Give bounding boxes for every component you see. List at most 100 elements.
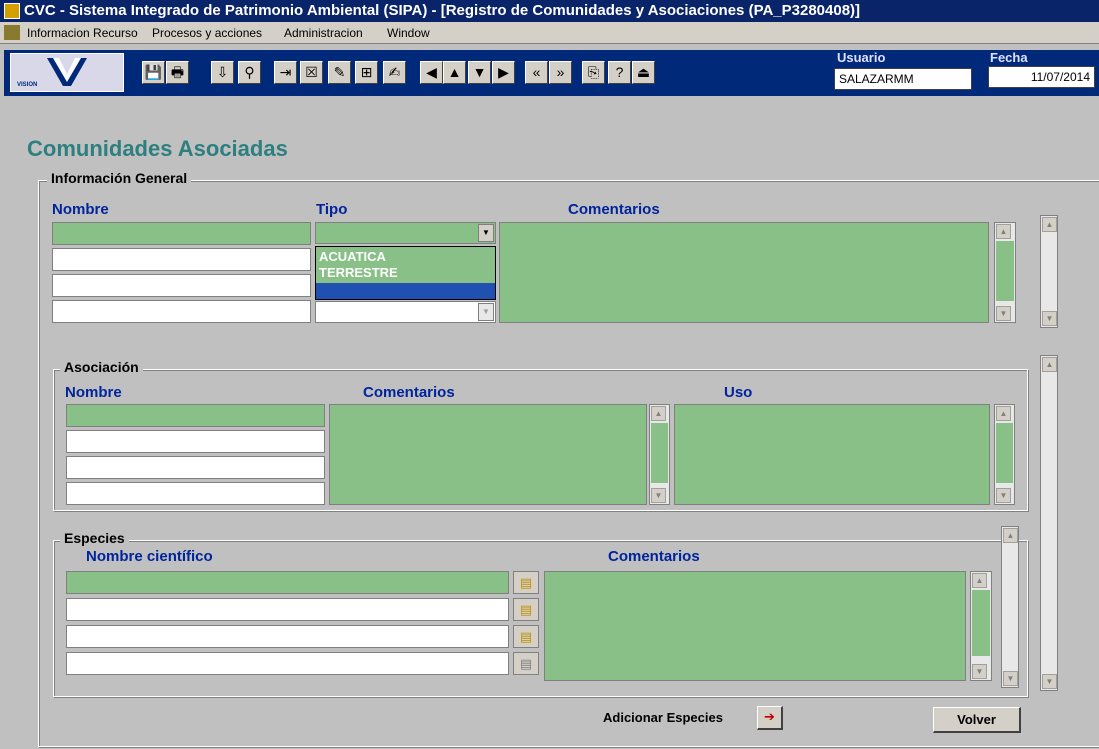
scroll-up-icon[interactable]: ▲ xyxy=(996,224,1011,239)
nombre-cientifico-column-header: Nombre científico xyxy=(86,548,213,565)
nombre-cientifico-row-3[interactable] xyxy=(66,625,509,648)
scroll-thumb[interactable] xyxy=(996,241,1014,301)
scroll-thumb[interactable] xyxy=(651,423,668,483)
comentarios-column-header: Comentarios xyxy=(568,201,660,218)
menu-bar: Informacion Recurso Procesos y acciones … xyxy=(0,22,1099,44)
asociacion-nombre-column-header: Nombre xyxy=(65,384,122,401)
option-empty[interactable] xyxy=(316,283,495,299)
nombre-field-row-1[interactable] xyxy=(52,222,311,245)
adicionar-especies-label: Adicionar Especies xyxy=(603,710,723,725)
uso-column-header: Uso xyxy=(724,384,753,401)
scroll-thumb[interactable] xyxy=(996,423,1013,483)
scroll-down-icon[interactable]: ▼ xyxy=(1042,674,1057,689)
next-block-icon[interactable]: » xyxy=(549,61,572,84)
asociacion-comentarios-column-header: Comentarios xyxy=(363,384,455,401)
option-terrestre[interactable]: TERRESTRE xyxy=(319,265,398,280)
dropdown-arrow-icon[interactable]: ▼ xyxy=(478,303,494,321)
uso-scrollbar[interactable]: ▲ ▼ xyxy=(994,404,1015,505)
nombre-column-header: Nombre xyxy=(52,201,109,218)
asociacion-nombre-row-4[interactable] xyxy=(66,482,325,505)
lookup-icon[interactable]: ⊞ xyxy=(355,61,378,84)
adicionar-especies-icon[interactable]: ➔ xyxy=(757,706,783,730)
save-icon[interactable]: 💾 xyxy=(142,61,165,84)
tipo-dropdown-row-4[interactable]: ▼ xyxy=(315,301,496,323)
asociacion-nombre-row-3[interactable] xyxy=(66,456,325,479)
insert-record-icon[interactable]: ⇥ xyxy=(274,61,297,84)
scroll-down-icon[interactable]: ▼ xyxy=(996,488,1011,503)
especies-comentarios-scrollbar[interactable]: ▲ ▼ xyxy=(970,571,992,681)
previous-record-icon[interactable]: ▲ xyxy=(443,61,466,84)
vision-logo: VISION xyxy=(10,53,124,92)
scroll-up-icon[interactable]: ▲ xyxy=(1003,528,1018,543)
nombre-field-row-3[interactable] xyxy=(52,274,311,297)
scroll-up-icon[interactable]: ▲ xyxy=(651,406,666,421)
nombre-field-row-4[interactable] xyxy=(52,300,311,323)
tipo-options-list[interactable]: ACUATICA TERRESTRE xyxy=(315,246,496,300)
previous-block-icon[interactable]: « xyxy=(525,61,548,84)
document-icon[interactable]: ▤ xyxy=(513,625,539,648)
user-label: Usuario xyxy=(837,50,886,65)
informacion-general-label: Información General xyxy=(47,170,192,186)
next-record-icon[interactable]: ▼ xyxy=(468,61,491,84)
download-icon[interactable]: ⇩ xyxy=(211,61,234,84)
nombre-cientifico-row-4[interactable] xyxy=(66,652,509,675)
title-bar: CVC - Sistema Integrado de Patrimonio Am… xyxy=(0,0,1099,22)
scroll-up-icon[interactable]: ▲ xyxy=(996,406,1011,421)
copy-icon[interactable]: ⎘ xyxy=(582,61,605,84)
asociacion-nombre-row-2[interactable] xyxy=(66,430,325,453)
tipo-dropdown[interactable]: ▼ xyxy=(315,222,496,244)
document-icon[interactable]: ▤ xyxy=(513,598,539,621)
uso-field[interactable] xyxy=(674,404,990,505)
delete-record-icon[interactable]: ☒ xyxy=(300,61,323,84)
scroll-down-icon[interactable]: ▼ xyxy=(996,306,1011,321)
scroll-up-icon[interactable]: ▲ xyxy=(1042,357,1057,372)
scroll-down-icon[interactable]: ▼ xyxy=(651,488,666,503)
scroll-down-icon[interactable]: ▼ xyxy=(972,664,987,679)
query-icon[interactable]: ⚲ xyxy=(238,61,261,84)
nombre-cientifico-row-1[interactable] xyxy=(66,571,509,594)
asociacion-nombre-row-1[interactable] xyxy=(66,404,325,427)
nombre-cientifico-row-2[interactable] xyxy=(66,598,509,621)
dropdown-arrow-icon[interactable]: ▼ xyxy=(478,224,494,242)
scroll-up-icon[interactable]: ▲ xyxy=(972,573,987,588)
main-records-scrollbar[interactable]: ▲ ▼ xyxy=(1040,355,1058,691)
menu-administracion[interactable]: Administracion xyxy=(284,22,363,44)
page-title: Comunidades Asociadas xyxy=(27,136,288,161)
volver-button[interactable]: Volver xyxy=(933,707,1021,733)
scroll-down-icon[interactable]: ▼ xyxy=(1003,671,1018,686)
scroll-down-icon[interactable]: ▼ xyxy=(1042,311,1057,326)
write-icon[interactable]: ✍ xyxy=(383,61,406,84)
app-icon xyxy=(4,3,20,19)
menu-informacion-recurso[interactable]: Informacion Recurso xyxy=(27,22,138,44)
menu-procesos-acciones[interactable]: Procesos y acciones xyxy=(152,22,262,44)
print-icon[interactable]: 🖶 xyxy=(166,61,189,84)
exit-icon[interactable]: ⏏ xyxy=(632,61,655,84)
date-label: Fecha xyxy=(990,50,1028,65)
comentarios-field[interactable] xyxy=(499,222,989,323)
especies-comentarios-column-header: Comentarios xyxy=(608,548,700,565)
asociacion-comentarios-field[interactable] xyxy=(329,404,647,505)
especies-label: Especies xyxy=(60,530,129,546)
menu-app-icon[interactable] xyxy=(4,25,20,40)
first-record-icon[interactable]: ◀ xyxy=(420,61,443,84)
tipo-column-header: Tipo xyxy=(316,201,348,218)
option-acuatica[interactable]: ACUATICA xyxy=(319,249,386,264)
window-title: CVC - Sistema Integrado de Patrimonio Am… xyxy=(24,2,861,19)
document-icon[interactable]: ▤ xyxy=(513,571,539,594)
menu-window[interactable]: Window xyxy=(387,22,430,44)
last-record-icon[interactable]: ▶ xyxy=(492,61,515,84)
nombre-field-row-2[interactable] xyxy=(52,248,311,271)
general-records-scrollbar[interactable]: ▲ ▼ xyxy=(1040,215,1058,328)
especies-comentarios-field[interactable] xyxy=(544,571,966,681)
scroll-up-icon[interactable]: ▲ xyxy=(1042,217,1057,232)
asociacion-comentarios-scrollbar[interactable]: ▲ ▼ xyxy=(649,404,670,505)
edit-icon[interactable]: ✎ xyxy=(328,61,351,84)
asociacion-label: Asociación xyxy=(60,359,143,375)
document-icon[interactable]: ▤ xyxy=(513,652,539,675)
help-icon[interactable]: ? xyxy=(608,61,631,84)
especies-records-scrollbar[interactable]: ▲ ▼ xyxy=(1001,526,1019,688)
date-field: 11/07/2014 xyxy=(988,66,1095,88)
scroll-thumb[interactable] xyxy=(972,590,990,656)
comentarios-scrollbar[interactable]: ▲ ▼ xyxy=(994,222,1016,323)
user-field: SALAZARMM xyxy=(834,68,972,90)
